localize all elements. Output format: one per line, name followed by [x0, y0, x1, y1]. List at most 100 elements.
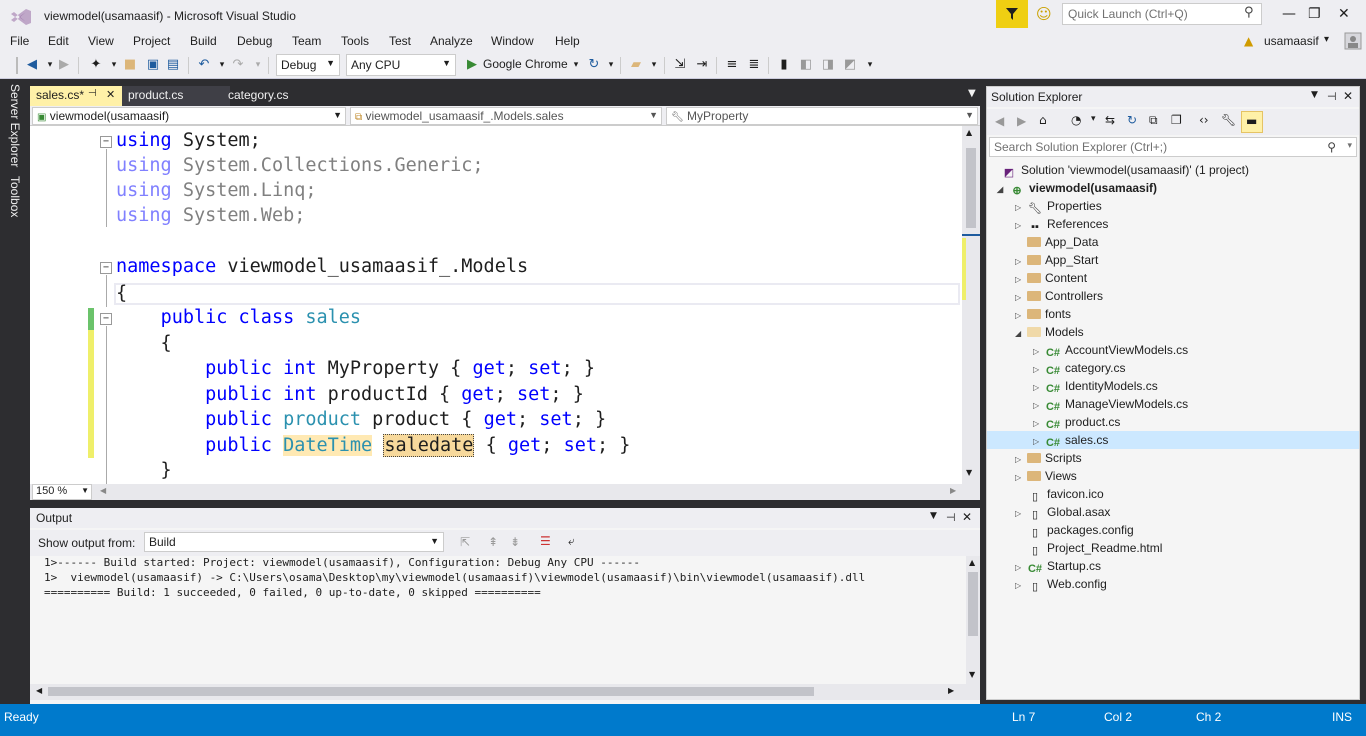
comment-icon[interactable]: ≡: [724, 57, 740, 73]
tab-product-cs[interactable]: product.cs: [122, 86, 230, 106]
minimize-button[interactable]: —: [1282, 6, 1296, 22]
scroll-left-icon[interactable]: ◀: [100, 486, 106, 495]
output-horizontal-scrollbar[interactable]: ◀ ▶: [30, 684, 980, 700]
bookmark-icon[interactable]: ▮: [776, 57, 792, 73]
word-wrap-icon[interactable]: ⤶: [568, 534, 575, 549]
refresh-dropdown-icon[interactable]: ▾: [603, 57, 619, 73]
start-browser-button[interactable]: Google Chrome: [483, 57, 568, 71]
redo-dropdown-icon[interactable]: ▾: [250, 57, 266, 73]
class-select[interactable]: ⧉ viewmodel_usamaasif_.Models.sales ▼: [350, 107, 662, 125]
clear-all-icon[interactable]: ☰: [540, 534, 551, 548]
tree-item-models[interactable]: ◢ Models: [1015, 325, 1084, 343]
properties-wrench-icon[interactable]: 🔧︎: [1221, 113, 1236, 127]
expanded-arrow-icon[interactable]: ◢: [1015, 329, 1027, 338]
next-bookmark-icon[interactable]: ◨: [820, 57, 836, 73]
user-name[interactable]: usamaasif: [1264, 34, 1319, 48]
overflow-icon[interactable]: ▾: [646, 57, 662, 73]
tree-item-sales[interactable]: ▷ C# sales.cs: [1033, 433, 1108, 451]
scroll-up-icon[interactable]: ▲: [969, 558, 975, 567]
refresh-icon[interactable]: ↻: [586, 57, 602, 73]
tree-item-category[interactable]: ▷ C# category.cs: [1033, 361, 1125, 379]
uncomment-icon[interactable]: ≣: [746, 57, 762, 73]
tree-item-content[interactable]: ▷ Content: [1015, 271, 1087, 289]
solution-search-input[interactable]: Search Solution Explorer (Ctrl+;) ⚲ ▾: [989, 137, 1357, 157]
close-icon[interactable]: ✕: [106, 88, 115, 101]
save-icon[interactable]: ▣: [145, 57, 161, 73]
close-icon[interactable]: ✕: [1343, 89, 1353, 103]
menu-view[interactable]: View: [88, 34, 114, 48]
menu-edit[interactable]: Edit: [48, 34, 69, 48]
tree-item-app-data[interactable]: App_Data: [1015, 235, 1098, 253]
menu-team[interactable]: Team: [292, 34, 321, 48]
menu-help[interactable]: Help: [555, 34, 580, 48]
tree-item-packages-config[interactable]: ▯ packages.config: [1015, 523, 1134, 541]
menu-tools[interactable]: Tools: [341, 34, 369, 48]
show-all-files-icon[interactable]: ❐: [1171, 113, 1182, 127]
start-debug-icon[interactable]: ▶: [464, 57, 480, 73]
tree-item-accountviewmodels[interactable]: ▷ C# AccountViewModels.cs: [1033, 343, 1188, 361]
collapsed-arrow-icon[interactable]: ▷: [1033, 383, 1045, 392]
close-icon[interactable]: ✕: [962, 510, 972, 524]
refresh-icon[interactable]: ↻: [1127, 113, 1137, 127]
new-dropdown-icon[interactable]: ▾: [106, 57, 122, 73]
pin-icon[interactable]: ⊣: [1327, 90, 1337, 103]
menu-file[interactable]: File: [10, 34, 29, 48]
collapsed-arrow-icon[interactable]: ▷: [1015, 563, 1027, 572]
collapsed-arrow-icon[interactable]: ▷: [1033, 401, 1045, 410]
tree-item-scripts[interactable]: ▷ Scripts: [1015, 451, 1082, 469]
output-source-select[interactable]: Build ▼: [144, 532, 444, 552]
tree-item-project-readme[interactable]: ▯ Project_Readme.html: [1015, 541, 1162, 559]
collapse-icon[interactable]: −: [100, 262, 112, 274]
collapse-icon[interactable]: −: [100, 313, 112, 325]
notification-filter-button[interactable]: [996, 0, 1028, 28]
step-into-icon[interactable]: ⇲: [672, 57, 688, 73]
collapsed-arrow-icon[interactable]: ▷: [1033, 365, 1045, 374]
find-in-files-icon[interactable]: ▰: [628, 57, 644, 73]
tree-item-properties[interactable]: ▷ 🔧︎ Properties: [1015, 199, 1102, 217]
window-position-icon[interactable]: ▼: [930, 511, 937, 521]
tab-category-cs[interactable]: category.cs: [222, 86, 330, 106]
expanded-arrow-icon[interactable]: ◢: [997, 185, 1009, 194]
feedback-smiley-icon[interactable]: ☺: [1036, 5, 1052, 23]
view-code-icon[interactable]: ‹›: [1199, 113, 1209, 127]
collapsed-arrow-icon[interactable]: ▷: [1015, 473, 1027, 482]
collapsed-arrow-icon[interactable]: ▷: [1033, 437, 1045, 446]
tree-item-fonts[interactable]: ▷ fonts: [1015, 307, 1071, 325]
forward-icon[interactable]: ▶: [56, 57, 72, 73]
collapsed-arrow-icon[interactable]: ▷: [1015, 293, 1027, 302]
next-message-icon[interactable]: ⇟: [510, 535, 520, 549]
collapsed-arrow-icon[interactable]: ▷: [1015, 455, 1027, 464]
forward-icon[interactable]: ▶: [1017, 114, 1026, 128]
menu-test[interactable]: Test: [389, 34, 411, 48]
back-icon[interactable]: ◀: [995, 114, 1004, 128]
prev-message-icon[interactable]: ⇞: [488, 535, 498, 549]
collapse-all-icon[interactable]: ⧉: [1149, 113, 1158, 128]
tree-item-startup[interactable]: ▷ C# Startup.cs: [1015, 559, 1101, 577]
new-project-icon[interactable]: ✦: [88, 57, 104, 73]
tree-item-manageviewmodels[interactable]: ▷ C# ManageViewModels.cs: [1033, 397, 1188, 415]
project-node[interactable]: ◢ ⊕ viewmodel(usamaasif): [997, 181, 1157, 199]
scroll-down-icon[interactable]: ▼: [966, 468, 972, 477]
editor-vertical-scrollbar[interactable]: ▲ ▼: [962, 126, 980, 486]
clear-bookmarks-icon[interactable]: ◩: [842, 57, 858, 73]
quick-launch-input[interactable]: Quick Launch (Ctrl+Q): [1062, 3, 1262, 25]
scroll-thumb[interactable]: [48, 687, 814, 696]
solution-node[interactable]: ◩ Solution 'viewmodel(usamaasif)' (1 proj…: [1001, 163, 1249, 181]
tree-item-web-config[interactable]: ▷ ▯ Web.config: [1015, 577, 1107, 595]
history-icon[interactable]: ◔: [1071, 113, 1081, 127]
menu-analyze[interactable]: Analyze: [430, 34, 473, 48]
scroll-down-icon[interactable]: ▼: [969, 670, 975, 679]
collapse-icon[interactable]: −: [100, 136, 112, 148]
collapsed-arrow-icon[interactable]: ▷: [1015, 311, 1027, 320]
restore-button[interactable]: ❐: [1308, 6, 1321, 22]
solution-config-select[interactable]: Debug ▼: [276, 54, 340, 76]
tree-item-references[interactable]: ▷ ▪▪ References: [1015, 217, 1108, 235]
sync-icon[interactable]: ⇆: [1105, 113, 1115, 127]
toolbar-grip[interactable]: [16, 57, 18, 74]
save-all-icon[interactable]: ▤: [165, 57, 181, 73]
server-explorer-tab[interactable]: Server Explorer: [8, 84, 22, 167]
menu-window[interactable]: Window: [491, 34, 534, 48]
zoom-select[interactable]: 150 % ▼: [32, 484, 92, 500]
pin-icon[interactable]: ⊣: [88, 88, 97, 99]
scroll-left-icon[interactable]: ◀: [36, 686, 42, 695]
